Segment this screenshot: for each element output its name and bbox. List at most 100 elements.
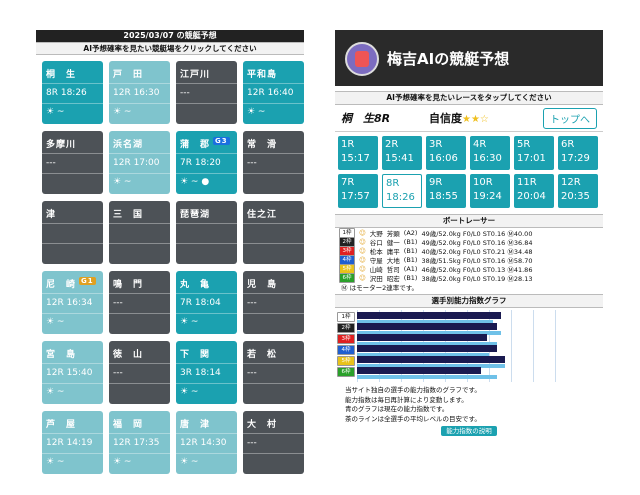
race-button[interactable]: 12R 20:35 (558, 174, 598, 208)
divider (109, 293, 170, 294)
race-time: 18:55 (429, 191, 458, 202)
venue-name: 住之江 (247, 210, 278, 220)
venue-race-time: 12R 17:35 (113, 438, 160, 448)
divider (109, 383, 170, 384)
venue-tile[interactable]: 大 村 --- (243, 411, 304, 474)
venue-tile[interactable]: 浜名湖 12R 17:00 ☀ ~ (109, 131, 170, 194)
racer-face-icon: ☺ (359, 264, 366, 273)
venue-tile[interactable]: 下 関 3R 18:14 ☀ ~ (176, 341, 237, 404)
racer-grade: (B1) (403, 237, 418, 246)
grade-badge: G3 (213, 137, 230, 145)
race-time: 15:41 (385, 153, 414, 164)
divider (176, 453, 237, 454)
venue-name: 蒲 郡 G3 (180, 137, 230, 150)
weather-icon: ☀ ~ (113, 107, 132, 117)
venue-name: 宮 島 (46, 350, 77, 360)
race-button[interactable]: 4R 16:30 (470, 136, 510, 170)
graph-lane-label: 2枠 (337, 323, 355, 333)
divider (243, 83, 304, 84)
race-button[interactable]: 7R 17:57 (338, 174, 378, 208)
weather-icon: ☀ ~ (247, 107, 266, 117)
divider (109, 223, 170, 224)
venue-tile[interactable]: 津 (42, 201, 103, 264)
race-button[interactable]: 10R 19:24 (470, 174, 510, 208)
ability-explain-button[interactable]: 能力指数の説明 (441, 426, 497, 436)
racer-list: 1枠 ☺ 大野 芳顕 (A2) 49歳/52.0kg F0/L0 ST0.16 Ⓜ40.0… (335, 227, 603, 283)
divider (42, 433, 103, 434)
race-panel: 梅吉AIの競艇予想 AI予想確率を見たいレースをタップしてください 桐 生8R … (335, 30, 603, 478)
venue-tile[interactable]: 常 滑 --- (243, 131, 304, 194)
venue-name: 大 村 (247, 420, 278, 430)
weather-icon: ☀ ~ (180, 387, 199, 397)
racer-row: 6枠 ☺ 沢田 昭宏 (B1) 38歳/52.0kg F0/L0 ST0.19 Ⓜ28.1… (335, 272, 603, 283)
venue-tile[interactable]: 戸 田 12R 16:30 ☀ ~ (109, 61, 170, 124)
race-number: 11R (517, 177, 537, 188)
venue-tile[interactable]: 桐 生 8R 18:26 ☀ ~ (42, 61, 103, 124)
racer-face-icon: ☺ (359, 228, 366, 237)
divider (176, 83, 237, 84)
venue-tile[interactable]: 多摩川 --- (42, 131, 103, 194)
racer-face-icon: ☺ (359, 273, 366, 282)
venue-race-time: --- (113, 368, 123, 378)
venue-tile[interactable]: 尼 崎 G1 12R 16:34 ☀ ~ (42, 271, 103, 334)
race-button[interactable]: 6R 17:29 (558, 136, 598, 170)
divider (243, 223, 304, 224)
race-button[interactable]: 9R 18:55 (426, 174, 466, 208)
venue-tile[interactable]: 芦 屋 12R 14:19 ☀ ~ (42, 411, 103, 474)
venue-tile[interactable]: 福 岡 12R 17:35 ☀ ~ (109, 411, 170, 474)
race-time: 19:24 (473, 191, 502, 202)
race-button[interactable]: 1R 15:17 (338, 136, 378, 170)
venue-name: 若 松 (247, 350, 278, 360)
race-time: 20:35 (561, 191, 590, 202)
race-number: 8R (386, 178, 400, 189)
divider (42, 103, 103, 104)
venue-tile[interactable]: 琵琶湖 (176, 201, 237, 264)
venue-tile[interactable]: 江戸川 --- (176, 61, 237, 124)
race-button[interactable]: 11R 20:04 (514, 174, 554, 208)
divider (42, 383, 103, 384)
venue-name: 尼 崎 G1 (46, 277, 96, 290)
weather-icon: ☀ ~ (46, 317, 65, 327)
divider (243, 433, 304, 434)
venue-tile[interactable]: 平和島 12R 16:40 ☀ ~ (243, 61, 304, 124)
venue-tile[interactable]: 住之江 (243, 201, 304, 264)
top-button[interactable]: トップへ (543, 107, 597, 129)
venue-race-time: 12R 14:19 (46, 438, 93, 448)
divider (109, 433, 170, 434)
venue-tile[interactable]: 鳴 門 --- (109, 271, 170, 334)
race-button[interactable]: 8R 18:26 (382, 174, 422, 208)
venue-tile[interactable]: 宮 島 12R 15:40 ☀ ~ (42, 341, 103, 404)
venue-race-time: --- (247, 158, 257, 168)
race-number: 1R (341, 139, 355, 150)
description-line: 青のグラフは現在の能力指数です。 (345, 405, 449, 413)
selected-venue: 桐 生8R (341, 112, 391, 125)
divider (243, 103, 304, 104)
venue-race-time: 3R 18:14 (180, 368, 221, 378)
ability-bar (357, 367, 481, 374)
weather-icon: ☀ ~ (180, 457, 199, 467)
graph-gridline (555, 310, 556, 382)
race-button[interactable]: 5R 17:01 (514, 136, 554, 170)
ability-bar (357, 323, 497, 330)
venue-race-time: --- (46, 158, 56, 168)
venue-tile[interactable]: 若 松 --- (243, 341, 304, 404)
venue-tile[interactable]: 蒲 郡 G3 7R 18:20 ☀ ~ ● (176, 131, 237, 194)
weather-icon: ☀ ~ ● (180, 177, 210, 187)
race-time: 17:29 (561, 153, 590, 164)
venue-tile[interactable]: 唐 津 12R 14:30 ☀ ~ (176, 411, 237, 474)
divider (109, 153, 170, 154)
racer-stats: 38歳/52.0kg F0/L0 ST0.19 Ⓜ28.13 (421, 274, 533, 283)
venue-tile[interactable]: 児 島 --- (243, 271, 304, 334)
race-button[interactable]: 3R 16:06 (426, 136, 466, 170)
venue-tile[interactable]: 丸 亀 7R 18:04 ☀ ~ (176, 271, 237, 334)
venue-race-time: --- (247, 368, 257, 378)
venue-tile[interactable]: 徳 山 --- (109, 341, 170, 404)
ability-bar (357, 334, 487, 341)
divider (42, 313, 103, 314)
divider (176, 383, 237, 384)
racer-name: 沢田 (369, 274, 383, 283)
venue-name: 芦 屋 (46, 420, 77, 430)
divider (176, 313, 237, 314)
venue-tile[interactable]: 三 国 (109, 201, 170, 264)
race-button[interactable]: 2R 15:41 (382, 136, 422, 170)
